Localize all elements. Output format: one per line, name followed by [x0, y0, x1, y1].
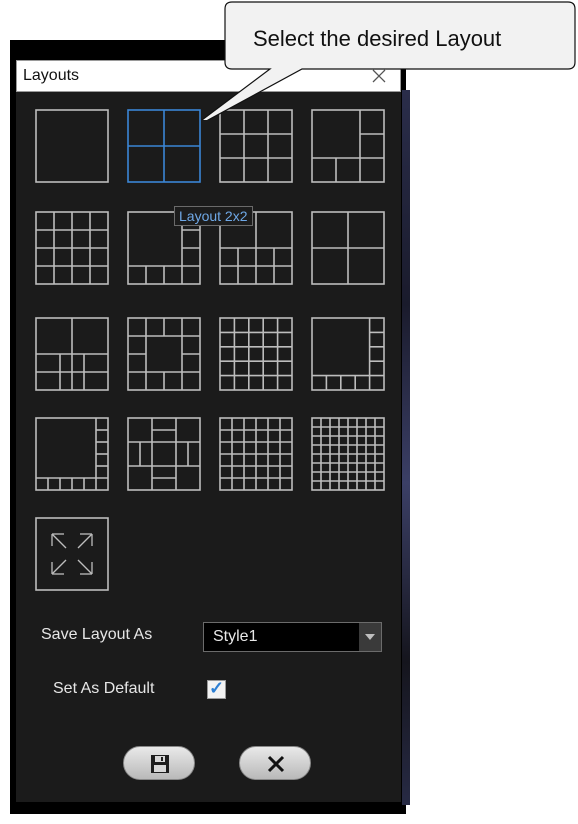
layout-thumbnail-icon [127, 417, 201, 491]
x-icon [267, 755, 285, 773]
chevron-down-icon[interactable] [359, 623, 381, 651]
title-bar: Layouts [16, 60, 401, 92]
layouts-dialog: Layouts Layout 2x2 Save Layout As Style1… [16, 60, 401, 802]
layout-thumbnail-icon [35, 211, 109, 285]
layout-option-5[interactable] [34, 210, 110, 286]
layout-option-14[interactable] [126, 416, 202, 492]
save-layout-value: Style1 [213, 628, 258, 645]
layout-thumbnail-icon [35, 517, 109, 591]
save-layout-select[interactable]: Style1 [203, 622, 382, 652]
checkmark-icon: ✓ [209, 678, 225, 698]
layout-thumbnail-icon [35, 417, 109, 491]
layout-thumbnail-icon [35, 109, 109, 183]
layout-thumbnail-icon [219, 109, 293, 183]
layout-thumbnail-icon [127, 109, 201, 183]
callout-text: Select the desired Layout [253, 26, 502, 51]
layout-tooltip: Layout 2x2 [174, 206, 253, 226]
layout-option-8[interactable] [310, 210, 386, 286]
layout-option-13[interactable] [34, 416, 110, 492]
set-default-label: Set As Default [53, 680, 155, 697]
layout-option-1[interactable] [34, 108, 110, 184]
layout-thumbnail-icon [311, 109, 385, 183]
close-icon[interactable] [368, 65, 390, 87]
layout-thumbnail-icon [311, 211, 385, 285]
layout-option-12[interactable] [310, 316, 386, 392]
layout-option-17[interactable] [34, 516, 110, 592]
layout-thumbnail-icon [219, 417, 293, 491]
layout-option-2[interactable] [126, 108, 202, 184]
layout-option-11[interactable] [218, 316, 294, 392]
layout-thumbnail-icon [219, 317, 293, 391]
set-default-checkbox[interactable]: ✓ [207, 678, 226, 699]
layout-thumbnail-icon [311, 317, 385, 391]
background-video-strip [402, 90, 410, 805]
layout-option-4[interactable] [310, 108, 386, 184]
layout-option-16[interactable] [310, 416, 386, 492]
floppy-disk-icon [151, 755, 169, 773]
layout-option-10[interactable] [126, 316, 202, 392]
save-layout-label: Save Layout As [41, 626, 153, 643]
layout-option-15[interactable] [218, 416, 294, 492]
cancel-button[interactable] [239, 746, 311, 780]
layout-option-9[interactable] [34, 316, 110, 392]
layout-option-3[interactable] [218, 108, 294, 184]
layout-thumbnail-icon [127, 317, 201, 391]
dialog-title: Layouts [23, 67, 80, 84]
layout-thumbnail-icon [35, 317, 109, 391]
save-button[interactable] [123, 746, 195, 780]
layout-thumbnail-icon [311, 417, 385, 491]
